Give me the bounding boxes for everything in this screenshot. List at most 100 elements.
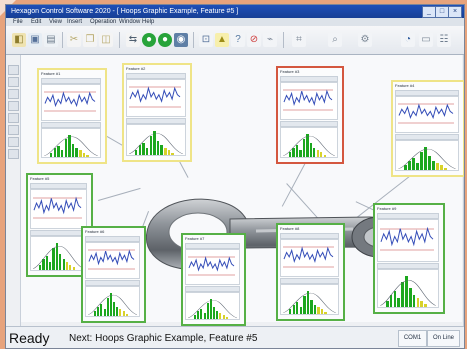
- menu-help[interactable]: Help: [142, 18, 154, 26]
- feature-card-7[interactable]: Feature #7: [181, 233, 246, 326]
- trend-line-chart: [33, 196, 82, 219]
- application-window: Hexagon Control Software 2020 - [ Hoops …: [5, 4, 465, 349]
- histogram-panel: [280, 127, 338, 158]
- close-button[interactable]: ×: [448, 6, 462, 18]
- next-feature-status: Next: Hoops Graphic Example, Feature #5: [69, 333, 258, 344]
- feature-card-6[interactable]: Feature #6: [81, 226, 146, 323]
- feature-card-title: Feature #3: [280, 69, 300, 74]
- distribution-curve: [44, 136, 98, 157]
- toolbar: ◧ ▣ ▤ ✂ ❐ ◫ ⇆ ● ● ◉ ⊡ ▲ ? ⊘ ⌁ ⌗ ⌕ ⚙ ◔ ▭ …: [6, 26, 464, 55]
- analysis-icon[interactable]: ⌗: [292, 33, 306, 47]
- trend-chart: [280, 82, 338, 120]
- menu-edit[interactable]: Edit: [31, 18, 41, 26]
- trend-series-line: [188, 256, 235, 272]
- ready-status: Ready: [9, 330, 50, 346]
- histogram-outline: [87, 294, 138, 315]
- measure-icon[interactable]: ⊡: [199, 33, 213, 47]
- feature-card-3[interactable]: Feature #3: [276, 66, 344, 164]
- left-tool-button[interactable]: [8, 89, 19, 99]
- feature-card-title: Feature #8: [280, 226, 300, 231]
- histogram-outline: [32, 246, 85, 269]
- trend-series-line: [283, 246, 334, 263]
- copy-icon[interactable]: ❐: [83, 33, 97, 47]
- record-icon[interactable]: ●: [158, 33, 172, 47]
- feature-card-4[interactable]: Feature #4: [391, 80, 464, 177]
- trend-line-chart: [283, 246, 334, 268]
- menu-bar: File Edit View Insert Operation Window H…: [6, 18, 464, 26]
- trend-line-chart: [283, 89, 333, 111]
- left-tool-button[interactable]: [8, 113, 19, 123]
- menu-window[interactable]: Window: [119, 18, 140, 26]
- cut-icon[interactable]: ✂: [67, 33, 81, 47]
- save-icon[interactable]: ▣: [28, 33, 42, 47]
- status-bar: Ready Next: Hoops Graphic Example, Featu…: [6, 326, 464, 348]
- title-bar: Hexagon Control Software 2020 - [ Hoops …: [6, 5, 464, 18]
- left-tool-button[interactable]: [8, 149, 19, 159]
- feature-card-1[interactable]: Feature #1: [37, 68, 107, 164]
- feature-card-title: Feature #5: [30, 176, 50, 181]
- histogram-panel: [280, 284, 339, 315]
- zoom-icon[interactable]: ⌕: [328, 33, 342, 47]
- help-icon[interactable]: ?: [231, 33, 245, 47]
- distribution-curve: [283, 292, 336, 313]
- histogram-outline: [380, 280, 436, 306]
- com-port-field: COM1: [398, 330, 427, 347]
- menu-insert[interactable]: Insert: [67, 18, 82, 26]
- trend-line-chart: [188, 256, 235, 276]
- histogram-outline: [283, 135, 335, 156]
- left-tool-button[interactable]: [8, 65, 19, 75]
- paste-icon[interactable]: ◫: [99, 33, 113, 47]
- graphics-canvas[interactable]: Feature #1 Feature #2 Feature #3 Feature…: [21, 55, 464, 348]
- trend-series-line: [88, 249, 135, 266]
- feature-card-title: Feature #2: [126, 66, 146, 71]
- view-icon[interactable]: ◔: [401, 33, 415, 47]
- trend-line-chart: [129, 86, 181, 108]
- histogram-outline: [187, 300, 238, 319]
- trend-series-line: [380, 226, 434, 247]
- distribution-curve: [380, 280, 436, 306]
- feature-card-title: Feature #9: [377, 206, 397, 211]
- feature-card-8[interactable]: Feature #8: [276, 223, 345, 321]
- menu-file[interactable]: File: [13, 18, 23, 26]
- menu-view[interactable]: View: [49, 18, 62, 26]
- layout-icon[interactable]: ☷: [437, 33, 451, 47]
- trend-chart: [185, 249, 240, 285]
- trend-series-line: [44, 91, 96, 108]
- menu-operation[interactable]: Operation: [90, 18, 116, 26]
- left-tool-strip: [6, 55, 21, 341]
- left-tool-button[interactable]: [8, 125, 19, 135]
- feature-card-9[interactable]: Feature #9: [373, 203, 445, 314]
- cancel-icon[interactable]: ⊘: [247, 33, 261, 47]
- trend-chart: [85, 242, 140, 279]
- maximize-button[interactable]: □: [435, 6, 449, 18]
- feature-card-2[interactable]: Feature #2: [122, 63, 192, 162]
- histogram-outline: [129, 133, 183, 154]
- histogram-panel: [185, 292, 240, 320]
- graph-icon[interactable]: ⌁: [263, 33, 277, 47]
- warning-icon[interactable]: ▲: [215, 33, 229, 47]
- window-icon[interactable]: ▭: [419, 33, 433, 47]
- stop-icon[interactable]: ●: [142, 33, 156, 47]
- trend-line-chart: [398, 103, 454, 124]
- histogram-panel: [41, 128, 101, 158]
- left-tool-button[interactable]: [8, 77, 19, 87]
- left-tool-button[interactable]: [8, 101, 19, 111]
- left-tool-button[interactable]: [8, 137, 19, 147]
- trend-chart: [395, 96, 459, 133]
- step-icon[interactable]: ◉: [174, 33, 188, 47]
- histogram-outline: [398, 148, 456, 169]
- print-icon[interactable]: ▤: [44, 33, 58, 47]
- trend-line-chart: [44, 91, 96, 112]
- histogram-outline: [44, 136, 98, 157]
- feature-card-title: Feature #6: [85, 229, 105, 234]
- toolbar-separator: [119, 32, 120, 48]
- play-icon[interactable]: ⇆: [126, 33, 140, 47]
- trend-chart: [41, 84, 101, 121]
- distribution-curve: [187, 300, 238, 319]
- distribution-curve: [129, 133, 183, 154]
- minimize-button[interactable]: _: [422, 6, 436, 18]
- settings-icon[interactable]: ⚙: [358, 33, 372, 47]
- distribution-curve: [87, 294, 138, 315]
- trend-chart: [126, 79, 186, 117]
- open-icon[interactable]: ◧: [12, 33, 26, 47]
